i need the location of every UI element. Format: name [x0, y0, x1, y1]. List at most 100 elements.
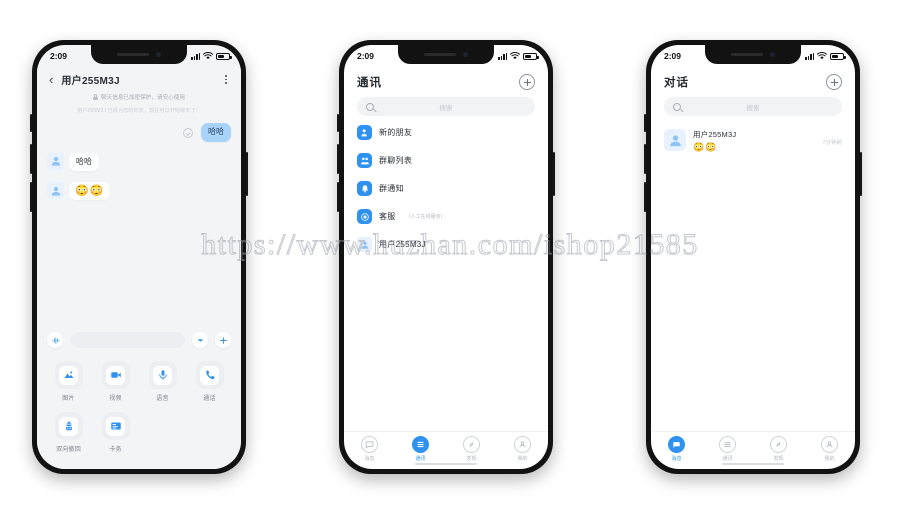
- chat-title: 用户255M3J: [61, 76, 120, 87]
- encryption-notice-text: 聊天信息已加密保护，请安心使用: [101, 95, 185, 101]
- volume-up-button: [644, 144, 646, 174]
- search-wrapper: 搜索: [344, 94, 548, 125]
- battery-icon: [830, 52, 846, 60]
- message-bubble[interactable]: 哈哈: [201, 123, 231, 142]
- notch: [91, 45, 187, 64]
- list-item-label: 客服: [379, 212, 396, 221]
- plus-circle-icon[interactable]: [826, 74, 842, 90]
- tab-label: 消息: [364, 456, 375, 462]
- front-camera-icon: [770, 52, 775, 57]
- avatar: [47, 182, 64, 200]
- wifi-icon: [817, 52, 827, 60]
- search-input[interactable]: 搜索: [664, 97, 842, 116]
- home-indicator: [415, 462, 477, 465]
- tab-label: 发现: [466, 456, 477, 462]
- list-item-customer-service[interactable]: 客服 （人工在线服务）: [357, 209, 535, 224]
- user-avatar-icon: [51, 186, 60, 196]
- message-input[interactable]: [70, 332, 185, 348]
- tab-messages[interactable]: 消息: [651, 436, 702, 462]
- back-icon[interactable]: ‹: [47, 73, 55, 86]
- list-item-group-list[interactable]: 群聊列表: [357, 153, 535, 168]
- tab-label: 我的: [824, 456, 835, 462]
- conversations-header: 对话: [651, 67, 855, 94]
- function-label: 卡务: [109, 447, 122, 453]
- message-glyph: [673, 442, 680, 448]
- tab-mine[interactable]: 我的: [497, 436, 548, 462]
- search-placeholder: 搜索: [439, 104, 453, 112]
- battery-icon: [216, 52, 232, 60]
- message-bubble-emoji[interactable]: 😳😳: [69, 182, 111, 201]
- person-glyph: [826, 441, 833, 448]
- contacts-glyph: [417, 441, 424, 448]
- person-icon: [821, 436, 838, 453]
- contacts-icon: [719, 436, 736, 453]
- function-item-recall[interactable]: 双向撤回: [45, 412, 92, 453]
- function-item-image[interactable]: 图片: [45, 361, 92, 402]
- phone-mockup-chat: 2:09 ‹ 用户255M3J 聊天信息已加密保护，请安心使用 用户255M3J…: [30, 40, 248, 474]
- volume-down-button: [30, 182, 32, 212]
- tab-discover[interactable]: 发现: [446, 436, 497, 462]
- avatar: [664, 129, 686, 151]
- status-time: 2:09: [357, 51, 375, 61]
- conversation-name: 用户255M3J: [693, 130, 737, 139]
- tab-label: 通讯: [415, 456, 426, 462]
- tab-messages[interactable]: 消息: [344, 436, 395, 462]
- tab-discover[interactable]: 发现: [753, 436, 804, 462]
- chat-header: ‹ 用户255M3J: [37, 67, 241, 90]
- tab-mine[interactable]: 我的: [804, 436, 855, 462]
- power-button: [553, 152, 555, 196]
- message-bubble[interactable]: 哈哈: [69, 152, 99, 172]
- mute-switch: [644, 114, 646, 132]
- more-menu-icon[interactable]: [221, 75, 231, 84]
- function-item-call[interactable]: 通话: [186, 361, 233, 402]
- phone3-screen: 2:09 对话 搜索 用户255M3J 😳😳 7分钟前 消息 通讯 发现 我的: [651, 45, 855, 469]
- function-item-video[interactable]: 视频: [92, 361, 139, 402]
- tab-contacts[interactable]: 通讯: [702, 436, 753, 462]
- wifi-icon: [203, 52, 213, 60]
- avatar: [47, 152, 64, 170]
- user-avatar-icon: [669, 134, 681, 146]
- contacts-icon: [412, 436, 429, 453]
- function-item-card[interactable]: 卡务: [92, 412, 139, 453]
- function-label: 视频: [109, 396, 122, 402]
- microphone-icon: [148, 361, 177, 389]
- notch: [705, 45, 801, 64]
- phone1-screen: 2:09 ‹ 用户255M3J 聊天信息已加密保护，请安心使用 用户255M3J…: [37, 45, 241, 469]
- conversation-time: 7分钟前: [822, 140, 842, 146]
- lock-icon: [93, 94, 99, 100]
- notch: [398, 45, 494, 64]
- function-item-voice[interactable]: 语音: [139, 361, 186, 402]
- conversation-preview: 😳😳: [693, 142, 718, 152]
- list-item-conversation[interactable]: 用户255M3J 😳😳 7分钟前: [664, 125, 842, 157]
- person-icon: [514, 436, 531, 453]
- power-button: [246, 152, 248, 196]
- function-label: 语音: [156, 396, 169, 402]
- volume-up-button: [30, 144, 32, 174]
- contacts-list: 新的朋友 群聊列表 群通知 客服 （人工在线服务） 用户255M3J: [344, 125, 548, 431]
- function-grid: 图片 视频 语音 通话 双向撤回 卡务: [45, 361, 233, 463]
- tab-label: 我的: [517, 456, 528, 462]
- plus-icon[interactable]: [215, 332, 231, 348]
- search-input[interactable]: 搜索: [357, 97, 535, 116]
- status-time: 2:09: [664, 51, 682, 61]
- list-item-sublabel: （人工在线服务）: [405, 214, 446, 220]
- encryption-notice: 聊天信息已加密保护，请安心使用: [37, 90, 241, 101]
- person-glyph: [519, 441, 526, 448]
- plus-circle-icon[interactable]: [519, 74, 535, 90]
- list-item-contact[interactable]: 用户255M3J: [357, 237, 535, 252]
- list-item-group-notice[interactable]: 群通知: [357, 181, 535, 196]
- mute-switch: [30, 114, 32, 132]
- tab-label: 发现: [773, 456, 784, 462]
- list-item-new-friend[interactable]: 新的朋友: [357, 125, 535, 140]
- microphone-glyph: [158, 370, 167, 380]
- list-item-label: 群通知: [379, 184, 404, 193]
- speaker-grill: [117, 52, 149, 57]
- message-row-incoming: 哈哈: [47, 152, 231, 172]
- image-glyph: [64, 371, 73, 378]
- phone-mockup-conversations: 2:09 对话 搜索 用户255M3J 😳😳 7分钟前 消息 通讯 发现 我的: [644, 40, 862, 474]
- emoji-icon[interactable]: [192, 332, 208, 348]
- tab-contacts[interactable]: 通讯: [395, 436, 446, 462]
- voice-wave-icon[interactable]: [47, 332, 63, 348]
- card-glyph: [110, 422, 121, 430]
- voice-wave-glyph: [52, 336, 59, 344]
